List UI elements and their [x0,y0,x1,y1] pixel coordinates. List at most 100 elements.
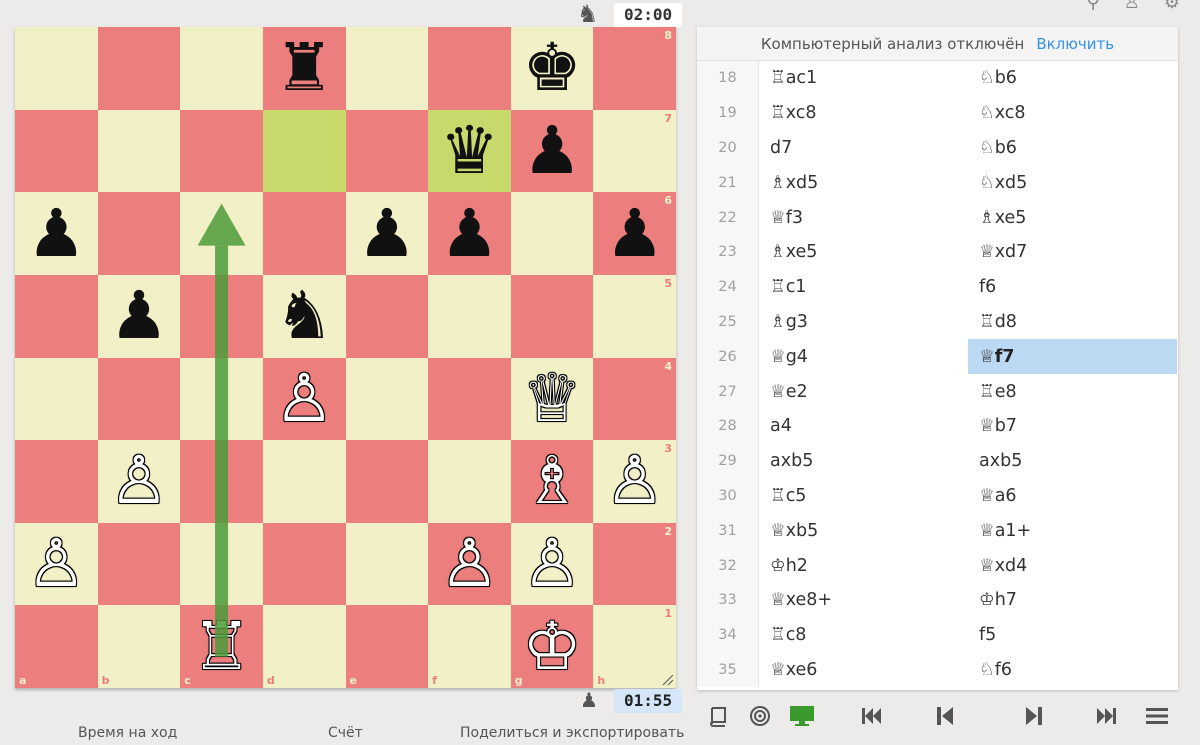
white-pawn-icon[interactable]: ♙ [109,448,168,514]
black-queen-icon[interactable]: ♛ [440,117,499,184]
square-c2[interactable] [180,522,263,606]
black-move[interactable]: ♘b6 [968,61,1177,96]
white-pawn-icon[interactable]: ♙ [275,365,334,432]
black-pawn-icon[interactable]: ♟ [522,117,581,184]
notification-icon[interactable]: ♙ [1124,0,1140,13]
black-rook-icon[interactable]: ♜ [275,35,334,101]
square-f7[interactable]: ♛ [428,109,511,193]
square-a4[interactable] [15,357,98,441]
tab-move-time[interactable]: Время на ход [78,725,177,741]
white-move[interactable]: axb5 [759,444,968,479]
black-move[interactable]: ♕a1+ [968,513,1177,548]
square-a1[interactable]: a [15,605,98,688]
square-c1[interactable]: ♖ c [180,605,263,688]
square-b1[interactable]: b [97,605,181,688]
white-move[interactable]: ♖c8 [759,618,968,653]
black-pawn-icon[interactable]: ♟ [440,200,499,267]
square-d1[interactable]: d [262,605,346,688]
board-resize-icon[interactable] [660,672,674,686]
square-f2[interactable]: ♙ [428,522,511,606]
white-move[interactable]: a4 [759,409,968,444]
menu-icon[interactable] [1144,698,1170,734]
square-e7[interactable] [345,109,429,193]
square-g8[interactable]: ♚ [510,27,594,110]
white-queen-icon[interactable]: ♕ [522,365,581,432]
black-pawn-icon[interactable]: ♟ [27,200,86,267]
black-move[interactable]: ♕b7 [968,409,1177,444]
square-d4[interactable]: ♙ [262,357,346,441]
square-e8[interactable] [345,27,429,110]
tab-score[interactable]: Счёт [328,725,363,741]
square-c7[interactable] [180,109,263,193]
square-h8[interactable]: 8 [593,27,676,110]
enable-analysis-link[interactable]: Включить [1036,35,1114,53]
black-move[interactable]: ♘b6 [968,131,1177,166]
square-f8[interactable] [428,27,511,110]
last-move-icon[interactable] [1094,698,1118,734]
square-c8[interactable] [180,27,263,110]
square-d3[interactable] [262,440,346,523]
square-h2[interactable]: 2 [593,522,676,606]
white-move[interactable]: ♗xd5 [759,165,968,200]
square-h4[interactable]: 4 [593,357,676,441]
white-move[interactable]: ♖c1 [759,270,968,305]
white-move[interactable]: ♕f3 [759,200,968,235]
square-f6[interactable]: ♟ [428,192,511,275]
square-d6[interactable] [262,192,346,275]
square-g1[interactable]: ♔ g [510,605,594,688]
white-move[interactable]: ♕xb5 [759,513,968,548]
square-f3[interactable] [428,440,511,523]
prev-move-icon[interactable] [933,698,957,734]
next-move-icon[interactable] [1022,698,1046,734]
black-pawn-icon[interactable]: ♟ [109,283,168,349]
white-move[interactable]: ♗g3 [759,305,968,340]
black-move[interactable]: f5 [968,618,1177,653]
white-pawn-icon[interactable]: ♙ [605,448,664,514]
square-b8[interactable] [97,27,181,110]
black-move[interactable]: ♗xe5 [968,200,1177,235]
square-d8[interactable]: ♜ [262,27,346,110]
black-move[interactable]: ♘f6 [968,653,1177,688]
square-a3[interactable] [15,440,98,523]
white-move[interactable]: ♔h2 [759,548,968,583]
square-e6[interactable]: ♟ [345,192,429,275]
square-b6[interactable] [97,192,181,275]
square-g3[interactable]: ♗ [510,440,594,523]
square-c6[interactable] [180,192,263,275]
white-move[interactable]: ♕g4 [759,339,968,374]
square-c4[interactable] [180,357,263,441]
square-e2[interactable] [345,522,429,606]
settings-icon[interactable]: ⚙ [1164,0,1180,13]
square-b3[interactable]: ♙ [97,440,181,523]
square-d2[interactable] [262,522,346,606]
square-a7[interactable] [15,109,98,193]
white-king-icon[interactable]: ♔ [522,613,581,680]
white-move[interactable]: ♗xe5 [759,235,968,270]
square-g2[interactable]: ♙ [510,522,594,606]
square-e3[interactable] [345,440,429,523]
white-move[interactable]: ♕xe8+ [759,583,968,618]
black-move[interactable]: ♘xc8 [968,96,1177,131]
square-f5[interactable] [428,274,511,358]
monitor-icon[interactable] [787,698,817,734]
square-g4[interactable]: ♕ [510,357,594,441]
white-move[interactable]: ♕xe6 [759,653,968,688]
book-icon[interactable] [705,698,731,734]
square-b2[interactable] [97,522,181,606]
square-a2[interactable]: ♙ [15,522,98,606]
square-e1[interactable]: e [345,605,429,688]
tab-share-export[interactable]: Поделиться и экспортировать [460,725,684,741]
white-move[interactable]: ♖xc8 [759,96,968,131]
square-c3[interactable] [180,440,263,523]
black-move[interactable]: ♕xd4 [968,548,1177,583]
square-c5[interactable] [180,274,263,358]
black-pawn-icon[interactable]: ♟ [605,200,664,267]
square-e5[interactable] [345,274,429,358]
black-pawn-icon[interactable]: ♟ [357,200,416,267]
white-pawn-icon[interactable]: ♙ [522,531,581,597]
square-h3[interactable]: ♙ 3 [593,440,676,523]
target-icon[interactable] [747,698,773,734]
black-knight-icon[interactable]: ♞ [275,283,334,349]
white-rook-icon[interactable]: ♖ [192,613,251,680]
white-pawn-icon[interactable]: ♙ [27,531,86,597]
